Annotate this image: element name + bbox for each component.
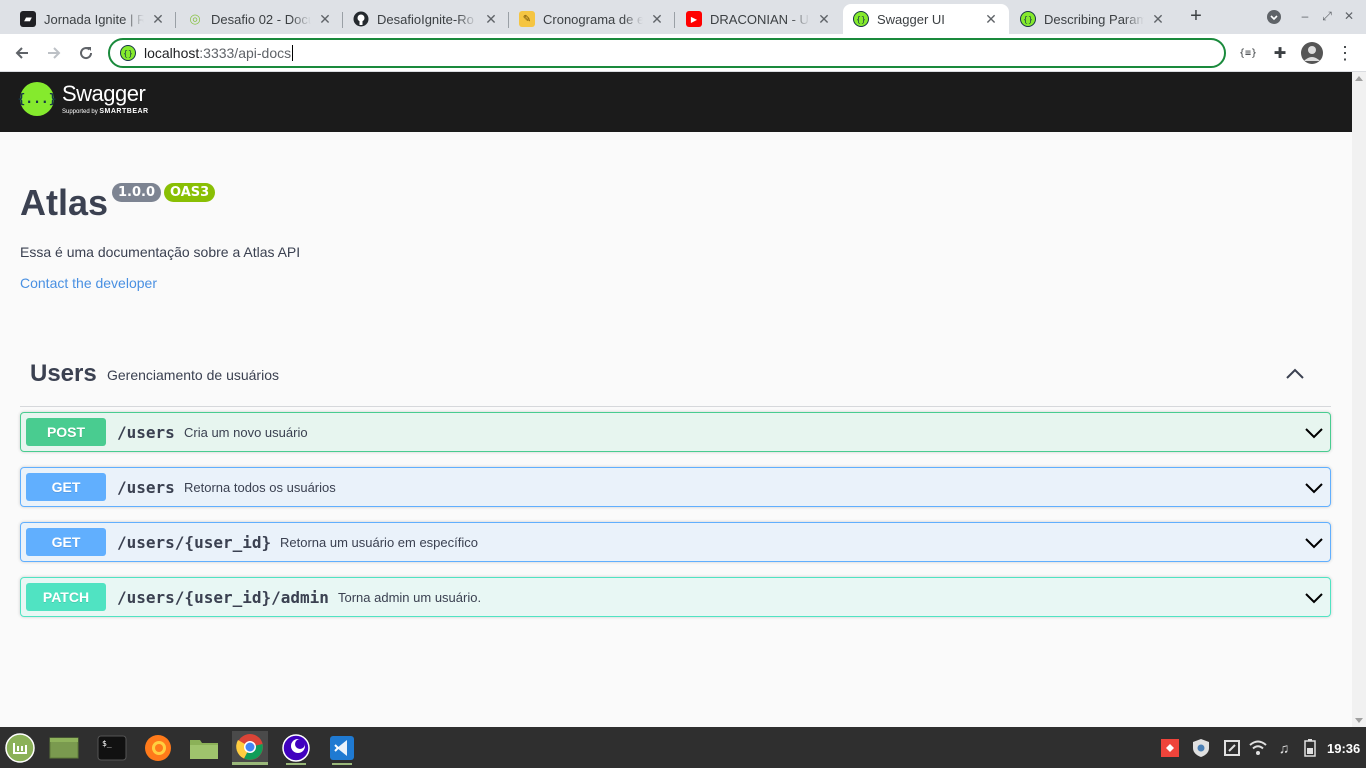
close-tab-icon[interactable]: ✕: [649, 11, 665, 27]
vscode-icon[interactable]: [324, 731, 360, 765]
operation-path: /users/{user_id}/admin: [117, 588, 329, 607]
browser-menu-icon[interactable]: ⋮: [1334, 42, 1356, 64]
swagger-topbar: {...} Swagger Supported by SMARTBEAR: [0, 72, 1352, 132]
close-window-icon[interactable]: ✕: [1342, 9, 1356, 25]
profile-avatar[interactable]: [1301, 42, 1323, 64]
operation-path: /users: [117, 423, 175, 442]
battery-icon[interactable]: [1300, 738, 1320, 758]
method-badge: PATCH: [26, 583, 106, 611]
chevron-down-icon[interactable]: [1304, 588, 1324, 608]
operation-post-users[interactable]: POST /users Cria um novo usuário: [20, 412, 1331, 452]
swagger-logo-icon: {...}: [17, 82, 57, 116]
method-badge: GET: [26, 473, 106, 501]
tab-jornada-ignite[interactable]: ▰ Jornada Ignite | R ✕: [10, 4, 176, 34]
method-badge: POST: [26, 418, 106, 446]
anydesk-icon[interactable]: [1160, 738, 1180, 758]
url-path: :3333/api-docs: [199, 45, 292, 61]
tab-search-icon[interactable]: [1266, 9, 1282, 25]
os-taskbar: $_ ♫ 19:36: [0, 727, 1366, 768]
insomnia-icon[interactable]: [278, 731, 314, 765]
swagger-icon: {}: [853, 11, 869, 27]
svg-text:$_: $_: [102, 739, 112, 748]
site-info-icon[interactable]: {}: [120, 45, 136, 61]
tab-cronograma[interactable]: ✎ Cronograma de e ✕: [509, 4, 675, 34]
rocketseat-icon: ▰: [20, 11, 36, 27]
close-tab-icon[interactable]: ✕: [983, 11, 999, 27]
browser-toolbar: {} localhost:3333/api-docs {≡} ✚ ⋮: [0, 34, 1366, 72]
api-description: Essa é uma documentação sobre a Atlas AP…: [20, 244, 301, 260]
scroll-down-icon[interactable]: [1355, 718, 1363, 723]
calendar-icon: ✎: [519, 11, 535, 27]
update-manager-shield-icon[interactable]: [1191, 738, 1211, 758]
tag-description: Gerenciamento de usuários: [107, 367, 279, 383]
close-tab-icon[interactable]: ✕: [150, 11, 166, 27]
operation-summary: Cria um novo usuário: [184, 425, 308, 440]
operation-summary: Torna admin um usuário.: [338, 590, 482, 605]
oas-badge: OAS3: [164, 183, 216, 202]
tag-section-users[interactable]: Users Gerenciamento de usuários: [20, 352, 1331, 407]
api-title: Atlas: [20, 182, 109, 223]
tab-strip: ▰ Jornada Ignite | R ✕ ◎ Desafio 02 - Do…: [0, 0, 1366, 34]
tag-name: Users: [30, 360, 97, 387]
tab-github[interactable]: DesafioIgnite-Ro ✕: [343, 4, 509, 34]
chevron-up-icon[interactable]: [1285, 364, 1305, 384]
page-scrollbar[interactable]: [1352, 72, 1366, 727]
method-badge: GET: [26, 528, 106, 556]
close-tab-icon[interactable]: ✕: [1150, 11, 1166, 27]
screenshot-tool-icon[interactable]: [1222, 738, 1242, 758]
url-host: localhost: [144, 45, 200, 61]
operation-path: /users: [117, 478, 175, 497]
maximize-icon[interactable]: ⤢: [1320, 9, 1334, 25]
close-tab-icon[interactable]: ✕: [816, 11, 832, 27]
svg-text:{}: {}: [856, 15, 866, 24]
github-icon: [353, 11, 369, 27]
tab-describing-params[interactable]: {} Describing Param ✕: [1010, 4, 1176, 34]
youtube-icon: ▶: [686, 11, 702, 27]
new-tab-button[interactable]: +: [1185, 6, 1207, 28]
operation-patch-user-admin[interactable]: PATCH /users/{user_id}/admin Torna admin…: [20, 577, 1331, 617]
chrome-icon[interactable]: [232, 731, 268, 765]
reload-icon[interactable]: [74, 41, 98, 65]
show-desktop-icon[interactable]: [46, 731, 82, 765]
forward-icon[interactable]: [42, 41, 66, 65]
sound-icon[interactable]: ♫: [1274, 738, 1294, 758]
chevron-down-icon[interactable]: [1304, 533, 1324, 553]
mint-menu-icon[interactable]: [2, 731, 38, 765]
chevron-down-icon[interactable]: [1304, 478, 1324, 498]
close-tab-icon[interactable]: ✕: [483, 11, 499, 27]
address-bar[interactable]: {} localhost:3333/api-docs: [108, 38, 1226, 68]
swagger-icon: {}: [1020, 11, 1036, 27]
swagger-logo[interactable]: {...} Swagger Supported by SMARTBEAR: [17, 82, 149, 116]
notion-icon: ◎: [189, 11, 201, 26]
operation-summary: Retorna um usuário em específico: [280, 535, 478, 550]
page-viewport: {...} Swagger Supported by SMARTBEAR Atl…: [0, 72, 1352, 727]
operation-get-user-by-id[interactable]: GET /users/{user_id} Retorna um usuário …: [20, 522, 1331, 562]
svg-text:{}: {}: [123, 49, 133, 58]
tab-youtube[interactable]: ▶ DRACONIAN - Un ✕: [676, 4, 842, 34]
tab-desafio-02[interactable]: ◎ Desafio 02 - Docu ✕: [177, 4, 343, 34]
files-icon[interactable]: [186, 731, 222, 765]
extensions-puzzle-icon[interactable]: ✚: [1269, 42, 1291, 64]
chevron-down-icon[interactable]: [1304, 423, 1324, 443]
terminal-icon[interactable]: $_: [94, 731, 130, 765]
operation-path: /users/{user_id}: [117, 533, 272, 552]
firefox-icon[interactable]: [140, 731, 176, 765]
version-badge: 1.0.0: [112, 183, 162, 202]
back-icon[interactable]: [10, 41, 34, 65]
tab-swagger-ui[interactable]: {} Swagger UI ✕: [843, 4, 1009, 34]
operation-summary: Retorna todos os usuários: [184, 480, 336, 495]
scroll-up-icon[interactable]: [1355, 76, 1363, 81]
operation-get-users[interactable]: GET /users Retorna todos os usuários: [20, 467, 1331, 507]
minimize-icon[interactable]: –: [1298, 9, 1312, 25]
wifi-icon[interactable]: [1248, 738, 1268, 758]
contact-developer-link[interactable]: Contact the developer: [20, 275, 157, 291]
close-tab-icon[interactable]: ✕: [317, 11, 333, 27]
svg-text:{}: {}: [1023, 15, 1033, 24]
json-viewer-extension-icon[interactable]: {≡}: [1237, 42, 1259, 64]
clock[interactable]: 19:36: [1327, 741, 1360, 756]
